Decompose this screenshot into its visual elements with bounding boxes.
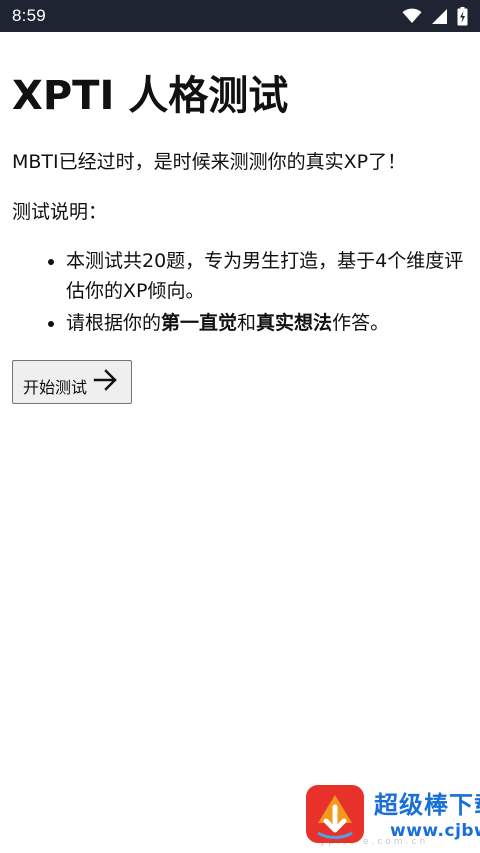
app-screen: 8:59 XPTI 人格测试 MBTI已经过时，是时候来测测你的真实XP了！ 测… xyxy=(0,0,480,853)
download-site-logo-icon xyxy=(304,783,366,845)
list-item: 本测试共20题，专为男生打造，基于4个维度评估你的XP倾向。 xyxy=(66,246,468,306)
status-time: 8:59 xyxy=(12,6,46,25)
start-test-label: 开始测试 xyxy=(23,378,88,397)
instructions-heading: 测试说明： xyxy=(12,201,108,223)
wifi-icon xyxy=(402,8,422,24)
status-bar: 8:59 xyxy=(0,0,480,32)
intro-text: MBTI已经过时，是时候来测测你的真实XP了！ xyxy=(12,151,407,173)
status-icons xyxy=(402,6,468,26)
rule-text: 本测试共20题，专为男生打造，基于4个维度评估你的XP倾向。 xyxy=(66,250,464,302)
watermark-title: 超级棒下载站 xyxy=(374,791,480,819)
arrow-right-icon xyxy=(93,369,119,393)
watermark-url: www.cjbwh.cn xyxy=(390,821,480,841)
site-watermark: ypric e.com.cn 超级棒下载站 www.cjbwh.cn xyxy=(260,775,480,853)
rule-emphasis-intuition: 第一直觉 xyxy=(161,312,238,334)
rule-emphasis-real-thoughts: 真实想法 xyxy=(256,312,333,334)
main-content: XPTI 人格测试 MBTI已经过时，是时候来测测你的真实XP了！ 测试说明： … xyxy=(12,32,468,404)
start-test-button[interactable]: 开始测试 xyxy=(12,360,133,404)
instructions-list: 本测试共20题，专为男生打造，基于4个维度评估你的XP倾向。 请根据你的第一直觉… xyxy=(12,246,468,338)
page-title: XPTI 人格测试 xyxy=(12,73,289,119)
rule-conjunction: 和 xyxy=(237,312,257,334)
rule-prefix: 请根据你的 xyxy=(66,312,162,334)
cellular-signal-icon xyxy=(431,8,448,25)
rule-suffix: 作答。 xyxy=(332,312,390,334)
list-item: 请根据你的第一直觉和真实想法作答。 xyxy=(66,308,468,338)
battery-charging-icon xyxy=(457,6,468,26)
